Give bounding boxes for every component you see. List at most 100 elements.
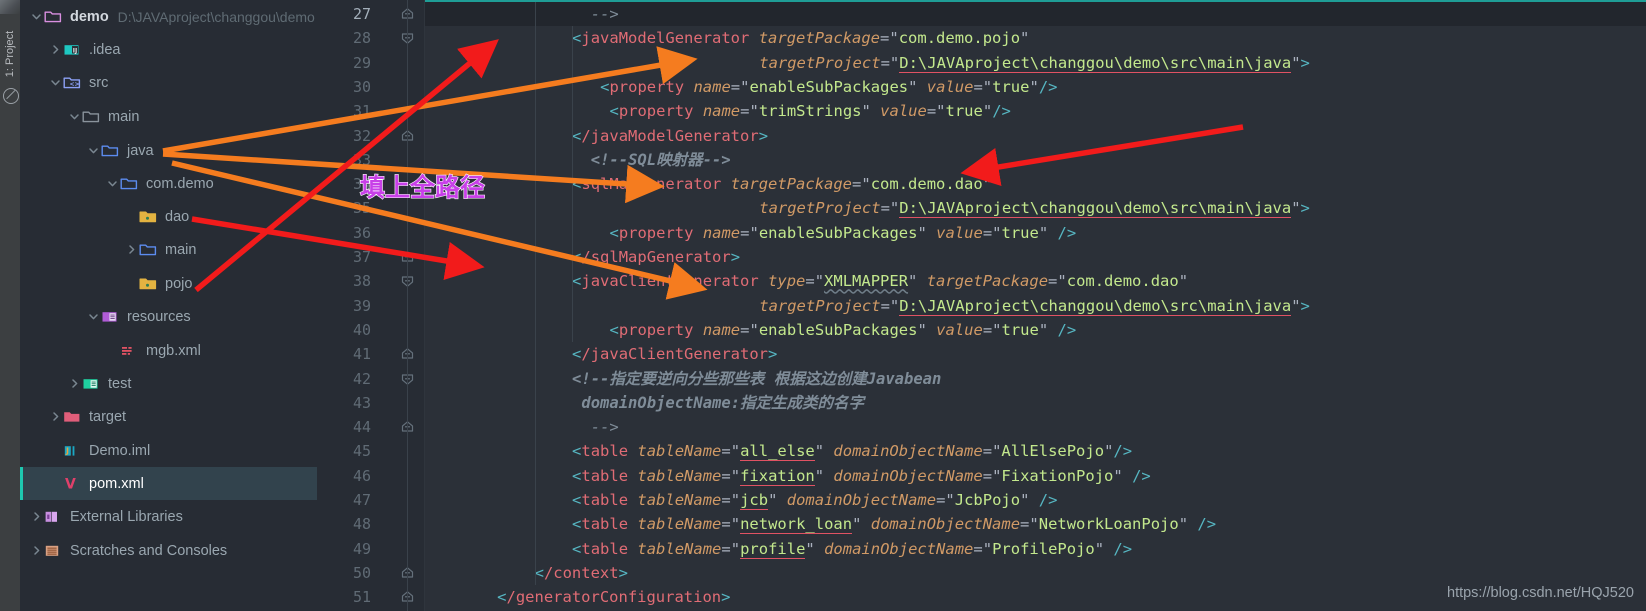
tree-item-java[interactable]: java: [20, 134, 317, 167]
chevron-down-icon[interactable]: [104, 178, 120, 189]
file-xml-icon: [120, 343, 140, 359]
tree-item-pom-xml[interactable]: Vpom.xml: [20, 467, 317, 500]
svg-text:V: V: [65, 476, 76, 490]
code-line-36[interactable]: <property name="enableSubPackages" value…: [609, 221, 1076, 245]
tree-item-target[interactable]: target: [20, 400, 317, 433]
ide-corner-decoration: [0, 0, 20, 14]
tree-item-label: mgb.xml: [146, 342, 201, 359]
tree-item-label: target: [89, 408, 127, 425]
tree-item-resources[interactable]: resources: [20, 300, 317, 333]
scratches-icon: [44, 543, 64, 559]
folder-resources-icon: [101, 309, 121, 325]
tree-item-label: test: [108, 375, 132, 392]
code-line-49[interactable]: <table tableName="profile" domainObjectN…: [572, 537, 1132, 561]
tree-item-label: resources: [127, 308, 191, 325]
code-line-39[interactable]: targetProject="D:\JAVAproject\changgou\d…: [759, 294, 1310, 318]
chevron-right-icon[interactable]: [47, 44, 63, 55]
libraries-icon: [44, 509, 64, 525]
chevron-down-icon[interactable]: [85, 311, 101, 322]
tree-item-label: java: [127, 142, 154, 159]
tree-item-src[interactable]: <> src: [20, 66, 317, 99]
svg-text:IJ: IJ: [73, 47, 77, 54]
tree-item-label: dao: [165, 208, 190, 225]
code-line-37[interactable]: </sqlMapGenerator>: [572, 245, 740, 269]
code-line-48[interactable]: <table tableName="network_loan" domainOb…: [572, 512, 1216, 536]
folder-test-icon: [82, 376, 102, 392]
code-line-40[interactable]: <property name="enableSubPackages" value…: [609, 318, 1076, 342]
code-line-33[interactable]: <!--SQL映射器-->: [591, 148, 731, 172]
code-line-47[interactable]: <table tableName="jcb" domainObjectName=…: [572, 488, 1057, 512]
indent-guide: [572, 26, 574, 343]
tree-item-pojo[interactable]: pojo: [20, 267, 317, 300]
tree-item-main[interactable]: main: [20, 233, 317, 266]
tree-item-label: main: [165, 241, 197, 258]
file-maven-icon: V: [63, 476, 83, 492]
code-line-41[interactable]: </javaClientGenerator>: [572, 342, 777, 366]
tree-item-scratches-and-consoles[interactable]: Scratches and Consoles: [20, 534, 317, 567]
tree-item-idea[interactable]: IJ .idea: [20, 33, 317, 66]
folder-package-icon: [139, 276, 159, 292]
tree-item-mgb-xml[interactable]: mgb.xml: [20, 334, 317, 367]
folder-idea-icon: IJ: [63, 42, 83, 58]
chevron-right-icon[interactable]: [66, 378, 82, 389]
tool-window-strip: 1: Project: [0, 0, 21, 611]
folder-package-icon: [139, 209, 159, 225]
code-line-35[interactable]: targetProject="D:\JAVAproject\changgou\d…: [759, 196, 1310, 220]
tree-item-label: Demo.iml: [89, 442, 151, 459]
tree-item-label: pom.xml: [89, 475, 144, 492]
folder-plain-icon: [82, 109, 102, 125]
code-line-50[interactable]: </context>: [535, 561, 628, 585]
chevron-down-icon[interactable]: [47, 77, 63, 88]
chevron-down-icon[interactable]: [28, 11, 44, 22]
code-line-43[interactable]: domainObjectName:指定生成类的名字: [581, 391, 864, 415]
tree-item-test[interactable]: test: [20, 367, 317, 400]
code-line-32[interactable]: </javaModelGenerator>: [572, 124, 768, 148]
tree-item-path: D:\JAVAproject\changgou\demo: [117, 8, 315, 25]
chevron-right-icon[interactable]: [28, 511, 44, 522]
tree-item-dao[interactable]: dao: [20, 200, 317, 233]
code-line-28[interactable]: <javaModelGenerator targetPackage="com.d…: [572, 26, 1029, 50]
code-content[interactable]: --> <javaModelGenerator targetPackage="co…: [317, 0, 1646, 611]
ide-window: 1: Project demo D:\JAVAproject\changgou\d…: [0, 0, 1646, 611]
tree-item-label: main: [108, 108, 140, 125]
code-line-31[interactable]: <property name="trimStrings" value="true…: [609, 99, 1010, 123]
code-line-27[interactable]: -->: [591, 2, 619, 26]
tree-item-label: src: [89, 74, 109, 91]
tree-item-external-libraries[interactable]: External Libraries: [20, 500, 317, 533]
folder-target-icon: [63, 409, 83, 425]
watermark: https://blog.csdn.net/HQJ520: [1447, 585, 1634, 601]
code-line-45[interactable]: <table tableName="all_else" domainObject…: [572, 439, 1132, 463]
code-line-51[interactable]: </generatorConfiguration>: [497, 585, 730, 609]
tree-item-demo-iml[interactable]: J Demo.iml: [20, 434, 317, 467]
svg-text:<>: <>: [70, 81, 80, 88]
tree-item-label: pojo: [165, 275, 193, 292]
tree-item-label: com.demo: [146, 175, 214, 192]
code-line-29[interactable]: targetProject="D:\JAVAproject\changgou\d…: [759, 51, 1310, 75]
tree-item-com-demo[interactable]: com.demo: [20, 167, 317, 200]
chevron-down-icon[interactable]: [66, 111, 82, 122]
code-line-38[interactable]: <javaClientGenerator type="XMLMAPPER" ta…: [572, 269, 1188, 293]
tree-item-label: .idea: [89, 41, 121, 58]
code-editor[interactable]: 27 28 29 30 31 32 33 34 35 36 37 38 39 40 41 42 43 44 45 46…: [317, 0, 1646, 611]
indent-guide: [534, 2, 536, 586]
tree-item-label: demo: [70, 8, 109, 25]
structure-icon[interactable]: [3, 88, 19, 104]
code-line-34[interactable]: <sqlMapGenerator targetPackage="com.demo…: [572, 172, 992, 196]
code-line-42[interactable]: <!--指定要逆向分些那些表 根据这边创建Javabean: [572, 367, 941, 391]
project-tree[interactable]: demo D:\JAVAproject\changgou\demo IJ .idea <…: [20, 0, 317, 611]
annotation-note: 填上全路径: [359, 173, 486, 202]
chevron-right-icon[interactable]: [123, 244, 139, 255]
folder-source-icon: <>: [63, 75, 83, 91]
file-iml-icon: J: [63, 443, 83, 459]
chevron-right-icon[interactable]: [47, 411, 63, 422]
tab-project[interactable]: 1: Project: [0, 23, 20, 85]
tree-item-demo[interactable]: demo D:\JAVAproject\changgou\demo: [20, 0, 317, 33]
tree-item-main[interactable]: main: [20, 100, 317, 133]
folder-module-icon: [44, 9, 64, 25]
folder-blue-icon: [101, 143, 121, 159]
chevron-right-icon[interactable]: [28, 545, 44, 556]
code-line-30[interactable]: <property name="enableSubPackages" value…: [600, 75, 1057, 99]
chevron-down-icon[interactable]: [85, 145, 101, 156]
code-line-44[interactable]: -->: [591, 415, 619, 439]
code-line-46[interactable]: <table tableName="fixation" domainObject…: [572, 464, 1151, 488]
